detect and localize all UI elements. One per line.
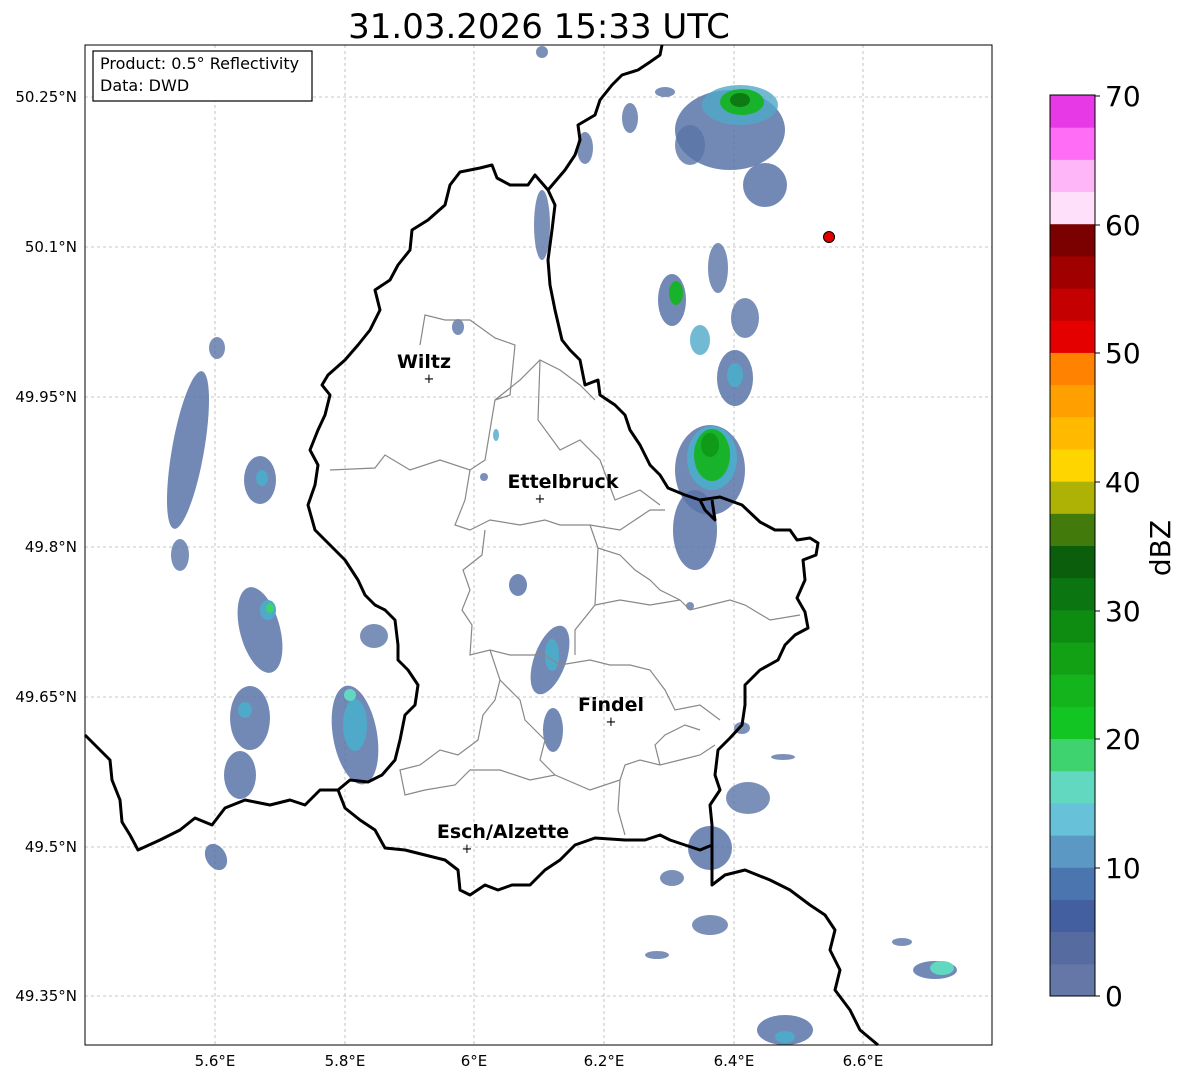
lon-tick-label: 6.4°E <box>714 1052 755 1070</box>
colorbar-segment <box>1050 609 1095 643</box>
colorbar-segment <box>1050 577 1095 611</box>
colorbar-segment <box>1050 384 1095 418</box>
radar-site-marker <box>823 231 835 243</box>
colorbar-segment <box>1050 191 1095 225</box>
colorbar-segment <box>1050 320 1095 353</box>
colorbar-segment <box>1050 835 1095 868</box>
city-marker-esch-alzette: + <box>462 842 473 857</box>
lat-tick-label: 49.35°N <box>15 987 77 1005</box>
lat-tick-label: 50.1°N <box>25 238 77 256</box>
colorbar-segments <box>1050 95 1095 997</box>
colorbar-segment <box>1050 416 1095 450</box>
colorbar-segment <box>1050 255 1095 289</box>
longitude-axis: 5.6°E 5.8°E 6°E 6.2°E 6.4°E 6.6°E <box>195 1052 884 1070</box>
colorbar-segment <box>1050 738 1095 772</box>
colorbar-tick-label: 40 <box>1105 466 1141 499</box>
colorbar-tick-label: 60 <box>1105 209 1141 242</box>
colorbar-tick-label: 50 <box>1105 337 1141 370</box>
city-label-esch-alzette: Esch/Alzette <box>437 821 569 843</box>
colorbar-segment <box>1050 352 1095 386</box>
city-marker-ettelbruck: + <box>535 492 546 507</box>
radar-map-figure: 31.03.2026 15:33 UTC Wiltz + Ettelbruck … <box>15 7 1177 1070</box>
city-marker-findel: + <box>606 715 617 730</box>
city-marker-wiltz: + <box>424 372 435 387</box>
city-label-wiltz: Wiltz <box>397 351 451 373</box>
colorbar: 70 60 50 40 30 20 10 0 dBZ <box>1049 80 1177 1013</box>
colorbar-segment <box>1050 770 1095 804</box>
colorbar-segment <box>1050 513 1095 546</box>
city-label-findel: Findel <box>578 694 644 716</box>
lon-tick-label: 6°E <box>461 1052 488 1070</box>
colorbar-segment <box>1050 95 1095 128</box>
colorbar-segment <box>1050 159 1095 193</box>
colorbar-tick-marks <box>1095 95 1100 997</box>
lat-tick-label: 49.5°N <box>25 838 77 856</box>
colorbar-segment <box>1050 545 1095 579</box>
colorbar-label: dBZ <box>1144 520 1177 576</box>
colorbar-segment <box>1050 481 1095 514</box>
colorbar-ticks: 70 60 50 40 30 20 10 0 <box>1105 80 1141 1013</box>
colorbar-segment <box>1050 931 1095 965</box>
colorbar-segment <box>1050 963 1095 997</box>
colorbar-segment <box>1050 223 1095 257</box>
colorbar-segment <box>1050 642 1095 675</box>
colorbar-segment <box>1050 288 1095 321</box>
colorbar-segment <box>1050 706 1095 740</box>
map-title: 31.03.2026 15:33 UTC <box>348 7 730 47</box>
lon-tick-label: 5.6°E <box>195 1052 236 1070</box>
colorbar-tick-label: 10 <box>1105 852 1141 885</box>
colorbar-segment <box>1050 127 1095 160</box>
lat-tick-label: 49.95°N <box>15 388 77 406</box>
colorbar-segment <box>1050 448 1095 482</box>
map-panel: Wiltz + Ettelbruck + Findel + Esch/Alzet… <box>83 44 993 1047</box>
lat-tick-label: 49.8°N <box>25 538 77 556</box>
lon-tick-label: 6.2°E <box>584 1052 625 1070</box>
info-data-source: Data: DWD <box>100 76 189 95</box>
colorbar-tick-label: 70 <box>1105 80 1141 113</box>
lat-tick-label: 50.25°N <box>15 88 77 106</box>
colorbar-segment <box>1050 867 1095 900</box>
colorbar-tick-label: 20 <box>1105 723 1141 756</box>
city-label-ettelbruck: Ettelbruck <box>508 471 619 493</box>
info-product: Product: 0.5° Reflectivity <box>100 54 299 73</box>
lon-tick-label: 6.6°E <box>843 1052 884 1070</box>
colorbar-tick-label: 0 <box>1105 980 1123 1013</box>
colorbar-tick-label: 30 <box>1105 595 1141 628</box>
colorbar-segment <box>1050 802 1095 836</box>
colorbar-segment <box>1050 899 1095 933</box>
lon-tick-label: 5.8°E <box>325 1052 366 1070</box>
info-box: Product: 0.5° Reflectivity Data: DWD <box>92 50 313 102</box>
colorbar-segment <box>1050 674 1095 707</box>
lat-tick-label: 49.65°N <box>15 688 77 706</box>
latitude-axis: 50.25°N 50.1°N 49.95°N 49.8°N 49.65°N 49… <box>15 88 77 1005</box>
